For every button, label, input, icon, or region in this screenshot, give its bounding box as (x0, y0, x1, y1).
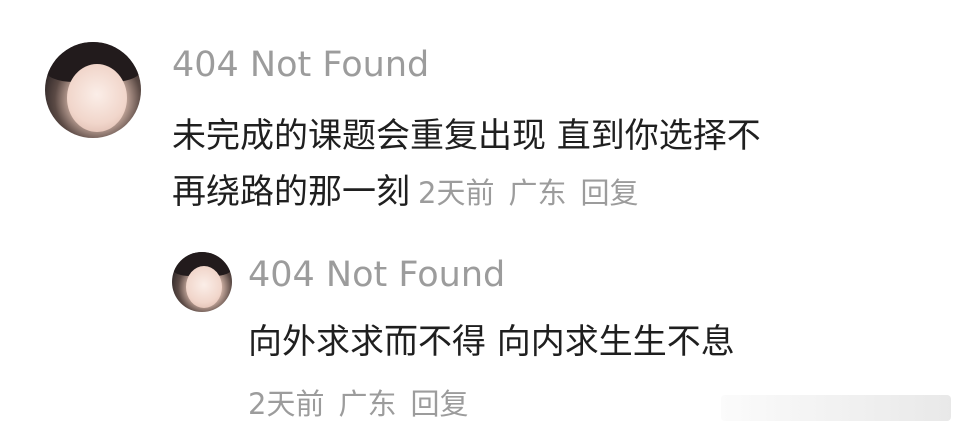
watermark (721, 395, 951, 421)
avatar-face (186, 266, 222, 308)
reply-meta: 2天前 广东 回复 (248, 390, 482, 419)
reply-reply-button[interactable]: 回复 (410, 387, 468, 421)
reply-user-name[interactable]: 404 Not Found (248, 258, 505, 293)
comment-user-name[interactable]: 404 Not Found (172, 48, 429, 83)
comment-meta: 2天前 广东 回复 (418, 176, 652, 210)
comment-text: 未完成的课题会重复出现 直到你选择不 再绕路的那一刻 2天前 广东 回复 (172, 108, 912, 221)
reply-text: 向外求求而不得 向内求生生不息 (248, 322, 735, 362)
comment-text-line1: 未完成的课题会重复出现 直到你选择不 (172, 116, 761, 156)
comment-text-line2: 再绕路的那一刻 (172, 172, 410, 212)
comment-location: 广东 (508, 176, 567, 210)
reply-time: 2天前 (248, 387, 325, 421)
comment-reply-button[interactable]: 回复 (580, 176, 638, 210)
reply-location: 广东 (338, 387, 397, 421)
avatar[interactable] (45, 42, 141, 138)
reply-avatar[interactable] (172, 252, 232, 312)
avatar-face (67, 64, 127, 132)
comment-time: 2天前 (418, 176, 495, 210)
comment-text-line2-row: 再绕路的那一刻 2天前 广东 回复 (172, 164, 912, 221)
